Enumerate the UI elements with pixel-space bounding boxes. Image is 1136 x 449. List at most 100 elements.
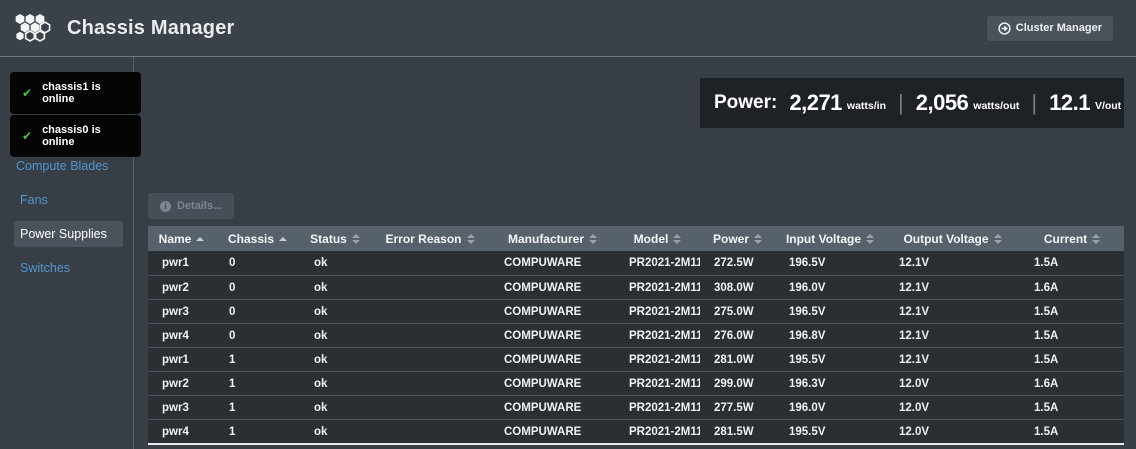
cell-power: 275.0W — [700, 306, 775, 318]
table-row[interactable]: pwr30okCOMPUWAREPR2021-2M11275.0W196.5V1… — [148, 299, 1124, 323]
cell-manufacturer: COMPUWARE — [490, 330, 615, 342]
column-header-status[interactable]: Status — [300, 226, 370, 251]
topbar: Chassis Manager Cluster Manager — [0, 0, 1136, 57]
cell-power: 277.5W — [700, 402, 775, 414]
cluster-manager-button[interactable]: Cluster Manager — [987, 16, 1113, 41]
info-icon: i — [160, 201, 171, 212]
cell-model: PR2021-2M11 — [615, 330, 700, 342]
cell-current: 1.5A — [1020, 354, 1124, 366]
column-label: Power — [713, 232, 749, 246]
cell-current: 1.5A — [1020, 330, 1124, 342]
cell-model: PR2021-2M11 — [615, 306, 700, 318]
check-icon: ✔ — [22, 87, 32, 99]
column-header-power[interactable]: Power — [700, 226, 775, 251]
table-row[interactable]: pwr10okCOMPUWAREPR2021-2M11272.5W196.5V1… — [148, 251, 1124, 275]
cell-model: PR2021-2M11 — [615, 426, 700, 438]
cluster-manager-label: Cluster Manager — [1016, 22, 1102, 34]
cell-status: ok — [300, 378, 370, 390]
column-label: Status — [310, 232, 347, 246]
cell-input-voltage: 196.0V — [775, 282, 885, 294]
cell-name: pwr4 — [148, 426, 215, 438]
cell-manufacturer: COMPUWARE — [490, 282, 615, 294]
cell-power: 308.0W — [700, 282, 775, 294]
cell-output-voltage: 12.0V — [885, 402, 1020, 414]
cell-output-voltage: 12.1V — [885, 330, 1020, 342]
column-label: Current — [1044, 232, 1087, 246]
sort-both-icon — [352, 234, 360, 244]
cell-name: pwr1 — [148, 257, 215, 269]
table-body: pwr10okCOMPUWAREPR2021-2M11272.5W196.5V1… — [148, 251, 1124, 443]
cell-input-voltage: 196.8V — [775, 330, 885, 342]
sort-asc-icon — [279, 237, 287, 241]
toast[interactable]: ✔chassis0 is online — [10, 115, 141, 157]
page-title: Chassis Manager — [67, 17, 235, 40]
cell-output-voltage: 12.1V — [885, 306, 1020, 318]
cell-status: ok — [300, 426, 370, 438]
logo-icon — [12, 13, 52, 43]
cell-current: 1.6A — [1020, 282, 1124, 294]
details-button[interactable]: i Details... — [148, 193, 234, 219]
check-icon: ✔ — [22, 130, 32, 142]
cell-status: ok — [300, 354, 370, 366]
table-row[interactable]: pwr31okCOMPUWAREPR2021-2M11277.5W196.0V1… — [148, 395, 1124, 419]
column-header-output-voltage[interactable]: Output Voltage — [885, 226, 1020, 251]
toast[interactable]: ✔chassis1 is online — [10, 72, 141, 114]
cell-input-voltage: 196.5V — [775, 257, 885, 269]
column-header-input-voltage[interactable]: Input Voltage — [775, 226, 885, 251]
column-label: Error Reason — [385, 232, 461, 246]
cell-input-voltage: 195.5V — [775, 426, 885, 438]
cell-model: PR2021-2M11 — [615, 257, 700, 269]
table-row[interactable]: pwr40okCOMPUWAREPR2021-2M11276.0W196.8V1… — [148, 323, 1124, 347]
cell-chassis: 1 — [215, 354, 300, 366]
table-row[interactable]: pwr20okCOMPUWAREPR2021-2M11308.0W196.0V1… — [148, 275, 1124, 299]
column-header-current[interactable]: Current — [1020, 226, 1124, 251]
cell-chassis: 0 — [215, 282, 300, 294]
table-row[interactable]: pwr11okCOMPUWAREPR2021-2M11281.0W195.5V1… — [148, 347, 1124, 371]
cell-current: 1.5A — [1020, 257, 1124, 269]
table-header-row: Name Chassis Status Error Reason Manufacture… — [148, 226, 1124, 251]
column-label: Manufacturer — [508, 232, 584, 246]
details-label: Details... — [177, 200, 222, 212]
cell-name: pwr4 — [148, 330, 215, 342]
column-header-chassis[interactable]: Chassis — [215, 226, 300, 251]
cell-output-voltage: 12.1V — [885, 282, 1020, 294]
cell-output-voltage: 12.1V — [885, 354, 1020, 366]
cell-chassis: 1 — [215, 378, 300, 390]
cell-power: 281.0W — [700, 354, 775, 366]
column-header-manufacturer[interactable]: Manufacturer — [490, 226, 615, 251]
sidebar-item-fans[interactable]: Fans — [14, 187, 123, 213]
column-header-name[interactable]: Name — [148, 226, 215, 251]
cell-manufacturer: COMPUWARE — [490, 426, 615, 438]
sort-both-icon — [754, 234, 762, 244]
cell-name: pwr3 — [148, 402, 215, 414]
sidebar-item-power-supplies[interactable]: Power Supplies — [14, 221, 123, 247]
cell-manufacturer: COMPUWARE — [490, 306, 615, 318]
column-header-model[interactable]: Model — [615, 226, 700, 251]
column-label: Chassis — [228, 232, 274, 246]
sort-both-icon — [467, 234, 475, 244]
cell-manufacturer: COMPUWARE — [490, 378, 615, 390]
cell-power: 281.5W — [700, 426, 775, 438]
column-label: Name — [159, 232, 192, 246]
column-label: Output Voltage — [903, 232, 988, 246]
table-row[interactable]: pwr41okCOMPUWAREPR2021-2M11281.5W195.5V1… — [148, 419, 1124, 443]
cell-power: 276.0W — [700, 330, 775, 342]
cell-input-voltage: 196.3V — [775, 378, 885, 390]
cell-name: pwr2 — [148, 282, 215, 294]
cell-name: pwr3 — [148, 306, 215, 318]
column-header-error-reason[interactable]: Error Reason — [370, 226, 490, 251]
cell-power: 272.5W — [700, 257, 775, 269]
cell-status: ok — [300, 257, 370, 269]
cell-status: ok — [300, 306, 370, 318]
cell-output-voltage: 12.1V — [885, 257, 1020, 269]
cell-chassis: 0 — [215, 257, 300, 269]
table-row[interactable]: pwr21okCOMPUWAREPR2021-2M11299.0W196.3V1… — [148, 371, 1124, 395]
cell-input-voltage: 196.5V — [775, 306, 885, 318]
cell-manufacturer: COMPUWARE — [490, 402, 615, 414]
cell-input-voltage: 196.0V — [775, 402, 885, 414]
cell-status: ok — [300, 330, 370, 342]
sidebar-item-switches[interactable]: Switches — [14, 255, 123, 281]
sort-both-icon — [1092, 234, 1100, 244]
column-label: Model — [634, 232, 669, 246]
column-label: Input Voltage — [786, 232, 861, 246]
